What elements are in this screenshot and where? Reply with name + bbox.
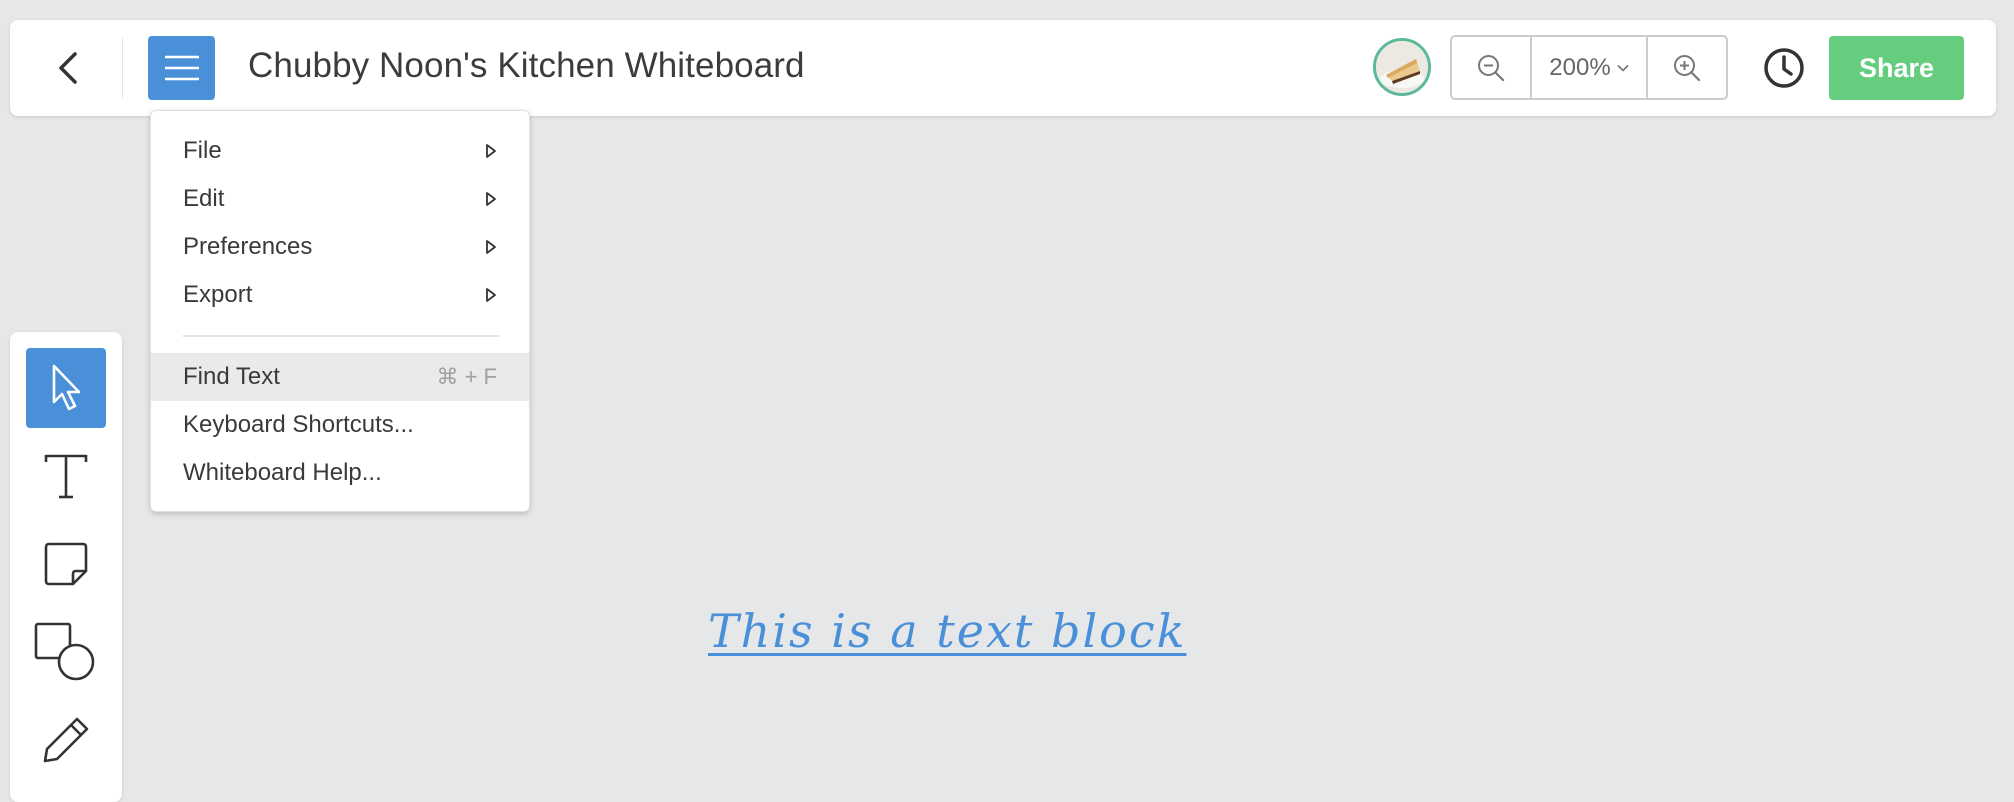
zoom-out-icon xyxy=(1478,54,1505,81)
divider xyxy=(122,38,123,98)
back-button[interactable] xyxy=(42,42,94,94)
menu-item-label: Find Text xyxy=(183,363,280,390)
zoom-in-button[interactable] xyxy=(1648,37,1726,98)
sticky-note-icon xyxy=(44,542,88,586)
submenu-arrow-icon xyxy=(486,144,496,158)
zoom-controls: 200% xyxy=(1450,35,1728,100)
main-menu-dropdown: File Edit Preferences Export Find Text ⌘… xyxy=(150,110,530,512)
tool-select[interactable] xyxy=(26,348,106,428)
tool-text[interactable] xyxy=(26,436,106,516)
chevron-left-icon xyxy=(59,52,77,84)
canvas-text-block[interactable]: This is a text block xyxy=(708,604,1186,658)
zoom-out-button[interactable] xyxy=(1452,37,1530,98)
chevron-down-icon xyxy=(1617,64,1629,72)
page-title[interactable]: Chubby Noon's Kitchen Whiteboard xyxy=(248,46,805,86)
menu-item-label: Export xyxy=(183,281,253,308)
tool-palette xyxy=(10,332,122,802)
menu-item-whiteboard-help[interactable]: Whiteboard Help... xyxy=(151,449,529,497)
top-bar: Chubby Noon's Kitchen Whiteboard 200% Sh… xyxy=(10,20,1996,116)
submenu-arrow-icon xyxy=(486,288,496,302)
tool-shapes[interactable] xyxy=(26,612,106,692)
menu-item-preferences[interactable]: Preferences xyxy=(151,223,529,271)
pencil-icon xyxy=(43,717,89,763)
menu-item-label: Whiteboard Help... xyxy=(183,459,382,486)
zoom-level-value: 200% xyxy=(1549,53,1611,81)
history-button[interactable] xyxy=(1762,46,1806,90)
hamburger-icon xyxy=(164,55,199,81)
pointer-icon xyxy=(52,364,81,411)
menu-item-keyboard-shortcuts[interactable]: Keyboard Shortcuts... xyxy=(151,401,529,449)
menu-item-find-text[interactable]: Find Text ⌘ + F xyxy=(151,353,529,401)
submenu-arrow-icon xyxy=(486,240,496,254)
menu-item-label: Preferences xyxy=(183,233,313,260)
menu-item-edit[interactable]: Edit xyxy=(151,175,529,223)
tool-sticky-note[interactable] xyxy=(26,524,106,604)
shapes-icon xyxy=(34,622,95,681)
submenu-arrow-icon xyxy=(486,192,496,206)
main-menu-button[interactable] xyxy=(148,36,215,100)
menu-item-label: Edit xyxy=(183,185,225,212)
menu-item-file[interactable]: File xyxy=(151,127,529,175)
keyboard-shortcut-hint: ⌘ + F xyxy=(436,364,497,389)
zoom-in-icon xyxy=(1674,54,1701,81)
share-button[interactable]: Share xyxy=(1829,36,1964,100)
zoom-level-dropdown[interactable]: 200% xyxy=(1530,37,1648,98)
menu-item-label: Keyboard Shortcuts... xyxy=(183,411,414,438)
menu-divider xyxy=(183,335,499,337)
user-avatar-image xyxy=(1376,41,1428,93)
menu-item-export[interactable]: Export xyxy=(151,271,529,319)
menu-item-label: File xyxy=(183,137,222,164)
avatar[interactable] xyxy=(1373,38,1431,96)
text-icon xyxy=(44,454,88,499)
tool-pencil[interactable] xyxy=(26,700,106,780)
clock-icon xyxy=(1764,48,1804,88)
